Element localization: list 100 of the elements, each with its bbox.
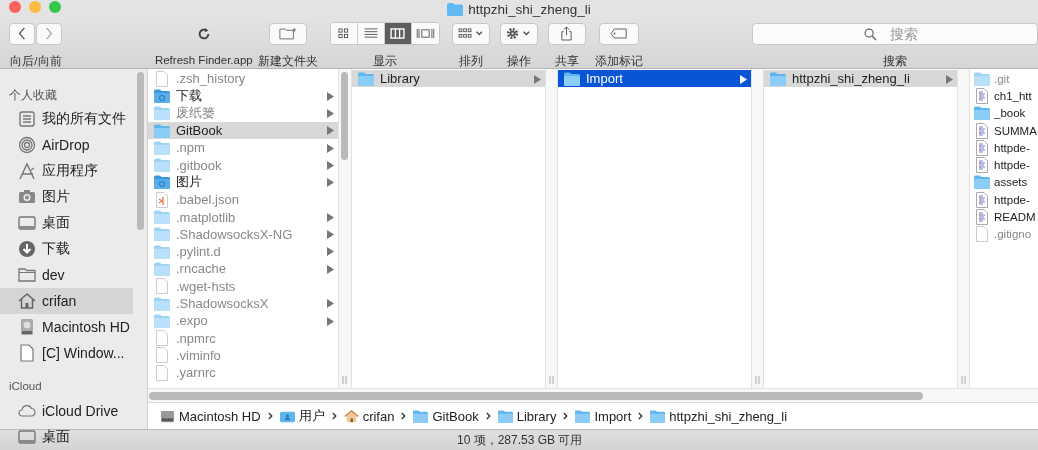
document-icon: [974, 191, 990, 208]
file-row[interactable]: .git: [970, 70, 1038, 88]
scrollbar[interactable]: [341, 72, 348, 160]
scrollbar[interactable]: [149, 392, 923, 400]
file-row[interactable]: .npmrc: [148, 329, 338, 347]
file-row[interactable]: .npm: [148, 139, 338, 157]
path-item[interactable]: httpzhi_shi_zheng_li: [650, 408, 788, 424]
file-row[interactable]: .gitigno: [970, 225, 1038, 243]
tag-button[interactable]: [598, 22, 639, 45]
folder-icon: [497, 408, 513, 424]
file-row[interactable]: httpzhi_shi_zheng_li: [764, 70, 957, 88]
folder-icon: [154, 157, 170, 174]
sidebar-item[interactable]: Macintosh HD: [0, 314, 133, 340]
sidebar-item[interactable]: 图片: [0, 184, 133, 210]
code-file-icon: [154, 191, 170, 208]
file-row[interactable]: GitBook: [148, 121, 338, 140]
file-row[interactable]: ch1_htt: [970, 87, 1038, 105]
sidebar-item[interactable]: 应用程序: [0, 158, 133, 184]
disclosure-arrow-icon: [740, 74, 747, 84]
path-item[interactable]: crifan: [343, 408, 395, 424]
file-row[interactable]: Import: [558, 70, 751, 88]
file-row[interactable]: READM: [970, 208, 1038, 226]
file-row[interactable]: .rncache: [148, 260, 338, 278]
sidebar-item[interactable]: 桌面: [0, 424, 133, 450]
download-icon: [18, 240, 36, 258]
document-icon: [974, 87, 990, 104]
folder-icon: [358, 70, 374, 87]
sidebar-item[interactable]: 桌面: [0, 210, 133, 236]
sidebar-item[interactable]: iCloud Drive: [0, 398, 133, 424]
refresh-icon[interactable]: [196, 26, 211, 41]
back-button[interactable]: [9, 22, 36, 45]
gallery-icon: [415, 28, 435, 39]
file-row[interactable]: .matplotlib: [148, 208, 338, 226]
file-row[interactable]: assets: [970, 173, 1038, 192]
file-icon: [154, 330, 170, 347]
file-row[interactable]: .expo: [148, 312, 338, 330]
document-icon: [974, 157, 990, 174]
file-row[interactable]: httpde-: [970, 139, 1038, 157]
file-row[interactable]: httpde-: [970, 156, 1038, 174]
file-row[interactable]: .gitbook: [148, 156, 338, 174]
new-folder-button[interactable]: [268, 22, 307, 45]
close-button[interactable]: [9, 1, 21, 13]
search-field[interactable]: 搜索: [751, 22, 1038, 45]
file-row[interactable]: 下载: [148, 87, 338, 105]
file-row[interactable]: .ShadowsocksX: [148, 294, 338, 313]
share-button[interactable]: [547, 22, 586, 45]
apps-icon: [18, 162, 36, 180]
file-row[interactable]: httpde-: [970, 191, 1038, 209]
file-row[interactable]: .ShadowsocksX-NG: [148, 225, 338, 243]
file-row[interactable]: .wget-hsts: [148, 277, 338, 295]
chevron-icon: [401, 412, 407, 420]
file-row[interactable]: _book: [970, 104, 1038, 122]
resize-handle-icon[interactable]: [549, 376, 554, 384]
file-row[interactable]: .pylint.d: [148, 242, 338, 261]
folder-icon: [770, 70, 786, 87]
file-row[interactable]: 图片: [148, 173, 338, 192]
sidebar-item[interactable]: crifan: [0, 288, 133, 314]
zoom-button[interactable]: [49, 1, 61, 13]
action-button[interactable]: [499, 22, 538, 45]
file-row[interactable]: .yarnrc: [148, 364, 338, 382]
folder-icon: [154, 260, 170, 277]
path-item[interactable]: Library: [497, 408, 557, 424]
refresh-label: Refresh Finder.app: [154, 54, 253, 66]
sidebar-item[interactable]: 我的所有文件: [0, 106, 133, 132]
path-item[interactable]: Macintosh HD: [160, 408, 261, 424]
path-item[interactable]: GitBook: [413, 408, 479, 424]
search-label: 搜索: [882, 54, 907, 69]
icon-view-button[interactable]: [330, 23, 358, 44]
path-item[interactable]: Import: [575, 408, 632, 424]
path-item[interactable]: 用户: [279, 407, 325, 425]
sidebar-item[interactable]: dev: [0, 262, 133, 288]
file-icon: [154, 278, 170, 295]
file-row[interactable]: Library: [352, 70, 545, 88]
column-view-button[interactable]: [384, 23, 412, 44]
arrange-button[interactable]: [451, 22, 490, 45]
desktop-icon: [18, 428, 36, 446]
window-title: httpzhi_shi_zheng_li: [468, 1, 591, 17]
sidebar-item[interactable]: 下载: [0, 236, 133, 262]
resize-handle-icon[interactable]: [342, 376, 347, 384]
file-icon: [154, 364, 170, 381]
scrollbar[interactable]: [137, 72, 144, 230]
forward-button[interactable]: [36, 22, 63, 45]
arrange-label: 排列: [458, 54, 483, 69]
disclosure-arrow-icon: [534, 74, 541, 84]
view-mode-control[interactable]: [329, 22, 440, 45]
folder-icon: [974, 105, 990, 122]
sidebar-item[interactable]: [C] Window...: [0, 340, 133, 366]
file-row[interactable]: .viminfo: [148, 346, 338, 365]
chevron-icon: [638, 412, 644, 420]
file-row[interactable]: .zsh_history: [148, 70, 338, 88]
file-icon: [154, 347, 170, 364]
resize-handle-icon[interactable]: [961, 376, 966, 384]
chevron-icon: [267, 412, 273, 420]
file-row[interactable]: 废纸篓: [148, 104, 338, 122]
sidebar-section-title: iCloud: [8, 379, 43, 394]
folder-icon: [154, 174, 170, 191]
sidebar-item[interactable]: AirDrop: [0, 132, 133, 158]
file-row[interactable]: SUMMA: [970, 121, 1038, 140]
resize-handle-icon[interactable]: [755, 376, 760, 384]
file-row[interactable]: .babel.json: [148, 191, 338, 209]
